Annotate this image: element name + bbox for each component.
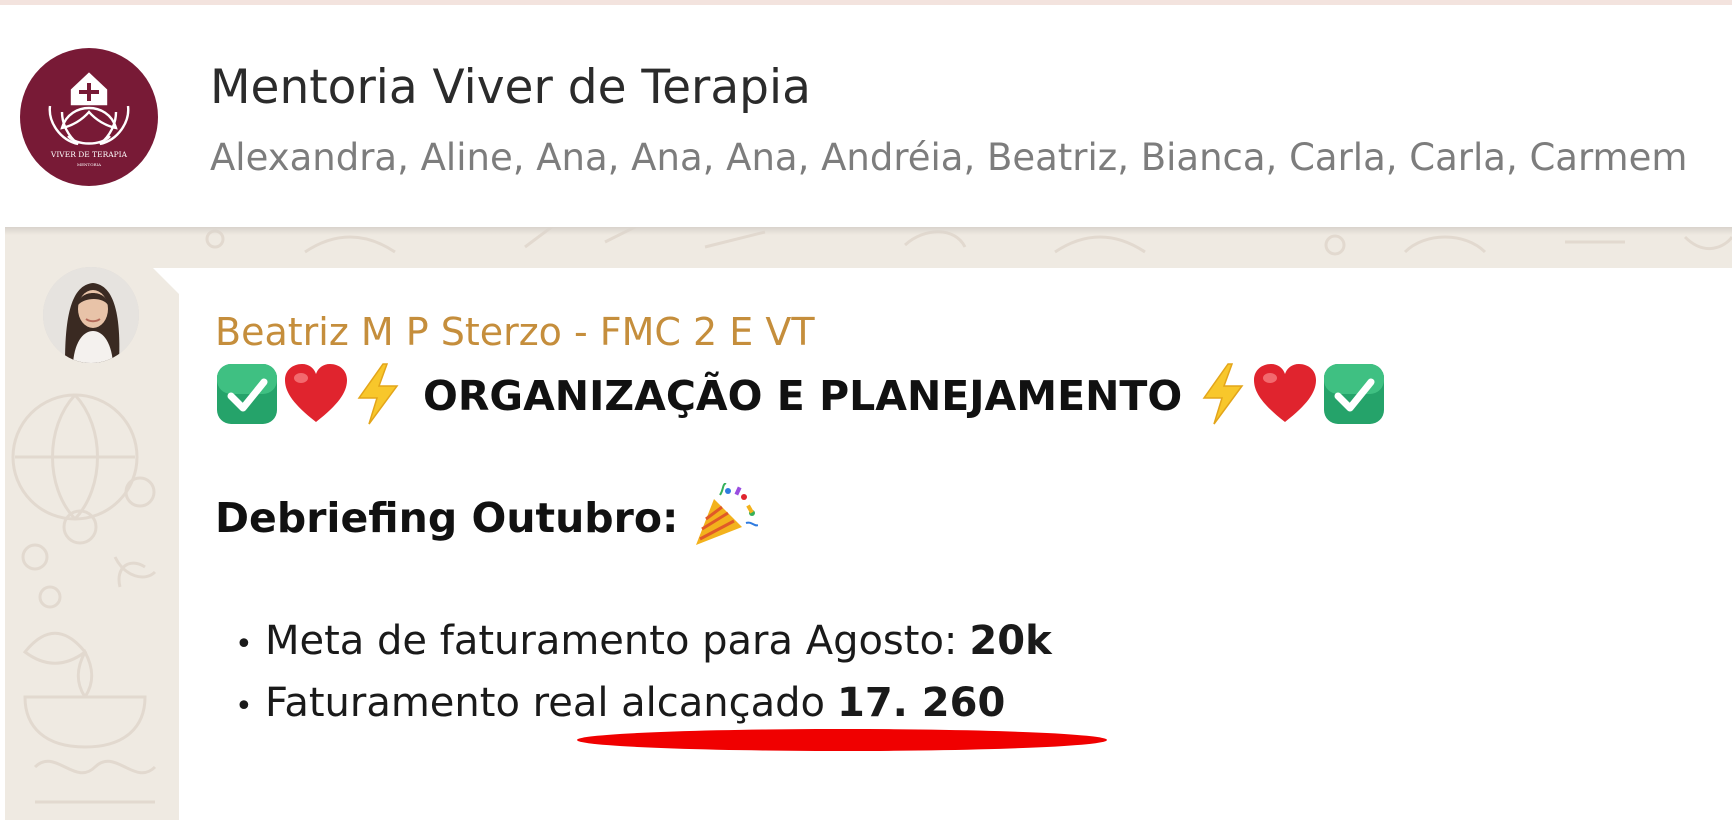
chat-panel: Beatriz M P Sterzo - FMC 2 E VT ORGANIZA… — [5, 227, 1732, 820]
group-name[interactable]: Mentoria Viver de Terapia — [210, 60, 811, 115]
list-item: • Meta de faturamento para Agosto: 20k — [235, 618, 1052, 680]
high-voltage-icon — [353, 362, 403, 430]
red-heart-icon — [1252, 362, 1318, 430]
group-avatar[interactable]: VIVER DE TERAPIA MENTORIA — [20, 48, 158, 186]
group-members[interactable]: Alexandra, Aline, Ana, Ana, Ana, Andréia… — [210, 136, 1732, 179]
message-bubble[interactable]: Beatriz M P Sterzo - FMC 2 E VT ORGANIZA… — [179, 268, 1732, 820]
check-mark-button-icon — [1322, 362, 1386, 430]
message-bubble-tail — [153, 268, 179, 294]
header-shadow — [5, 227, 1732, 235]
logo-subtext: MENTORIA — [77, 162, 101, 167]
subheading-text: Debriefing Outubro: — [215, 494, 679, 542]
group-logo: VIVER DE TERAPIA MENTORIA — [48, 72, 130, 167]
bullet-point: • — [235, 627, 253, 662]
bullet-label: Meta de faturamento para Agosto: — [265, 618, 958, 664]
headline-text: ORGANIZAÇÃO E PLANEJAMENTO — [423, 372, 1183, 420]
chat-header[interactable]: VIVER DE TERAPIA MENTORIA Mentoria Viver… — [0, 5, 1732, 227]
party-popper-icon — [692, 482, 759, 553]
bullet-label: Faturamento real alcançado — [265, 680, 825, 726]
sender-name[interactable]: Beatriz M P Sterzo - FMC 2 E VT — [215, 310, 815, 354]
message-headline: ORGANIZAÇÃO E PLANEJAMENTO — [215, 363, 1390, 429]
red-heart-icon — [283, 362, 349, 430]
bullet-list: • Meta de faturamento para Agosto: 20k •… — [235, 618, 1052, 742]
bullet-point: • — [235, 689, 253, 724]
sender-photo — [43, 267, 139, 363]
message-subheading: Debriefing Outubro: — [215, 482, 762, 553]
check-mark-button-icon — [215, 362, 279, 430]
red-highlight-underline — [577, 729, 1107, 751]
bullet-value: 20k — [969, 618, 1052, 664]
bullet-value: 17. 260 — [837, 680, 1006, 726]
logo-wordmark: VIVER DE TERAPIA — [50, 150, 128, 159]
sender-avatar[interactable] — [43, 267, 139, 363]
high-voltage-icon — [1198, 362, 1248, 430]
